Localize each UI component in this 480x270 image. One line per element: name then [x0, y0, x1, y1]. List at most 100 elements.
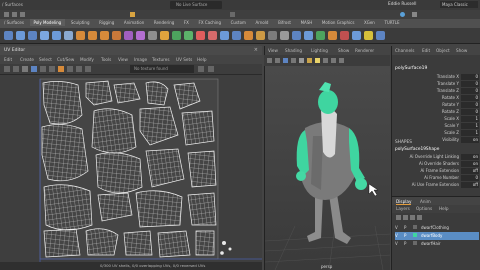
poly-disc-icon[interactable]	[76, 31, 85, 40]
poly-cone-icon[interactable]	[40, 31, 49, 40]
save-scene-icon[interactable]	[20, 12, 25, 17]
layer-row[interactable]: V P dwarfHair	[395, 240, 479, 248]
viewport-menu-view[interactable]: View	[268, 48, 278, 53]
viewport-menu-lighting[interactable]: Lighting	[311, 48, 328, 53]
attr-value[interactable]: 0	[461, 74, 479, 80]
uv-shell[interactable]	[145, 81, 169, 106]
quad-draw-icon[interactable]	[352, 31, 361, 40]
layer-playback-toggle[interactable]: P	[404, 241, 406, 246]
uv-shell[interactable]	[42, 81, 83, 125]
attr-translate-y[interactable]: Translate Y0	[392, 81, 480, 88]
shelf-tab-rigging[interactable]: Rigging	[95, 19, 118, 26]
attr-scale-x[interactable]: Scale X1	[392, 116, 480, 123]
layer-name[interactable]: dwarfClothing	[421, 225, 449, 230]
poly-sphere-icon[interactable]	[4, 31, 13, 40]
attr-ai-frame-number[interactable]: Ai Frame Number 0	[392, 175, 480, 182]
shelf-tab-motion-graphics[interactable]: Motion Graphics	[318, 19, 359, 26]
shelf-tab-turtle[interactable]: TURTLE	[380, 19, 403, 26]
camera-icon[interactable]	[267, 58, 272, 63]
live-surface-field[interactable]: No Live Surface	[170, 1, 222, 9]
append-polygon-icon[interactable]	[220, 31, 229, 40]
new-layer-icon[interactable]	[410, 215, 415, 220]
uv-menu-uv-sets[interactable]: UV Sets	[176, 57, 192, 62]
new-layer-selected-icon[interactable]	[417, 215, 422, 220]
uv-menu-create[interactable]: Create	[20, 57, 34, 62]
shelf-tab-poly-modeling[interactable]: Poly Modeling	[29, 19, 66, 26]
attr-translate-z[interactable]: Translate Z0	[392, 88, 480, 95]
isolate-icon[interactable]	[339, 58, 344, 63]
attr-rotate-y[interactable]: Rotate Y0	[392, 102, 480, 109]
gamma-icon[interactable]	[85, 66, 91, 72]
magnet-icon[interactable]	[130, 12, 135, 17]
uv-menu-edit[interactable]: Edit	[4, 57, 12, 62]
uv-shell[interactable]	[41, 124, 89, 182]
wireframe-shading-icon[interactable]	[291, 58, 296, 63]
sculpt-icon[interactable]	[376, 31, 385, 40]
collapse-icon[interactable]	[280, 31, 289, 40]
bridge-icon[interactable]	[184, 31, 193, 40]
pixel-snap-icon[interactable]	[49, 66, 55, 72]
uv-menu-cut-sew[interactable]: Cut/Sew	[57, 57, 74, 62]
layer-row[interactable]: V P dwarfBody	[395, 232, 479, 240]
shelf-tab-arnold[interactable]: Arnold	[252, 19, 273, 26]
attr-value[interactable]: 0	[461, 81, 479, 87]
separate-icon[interactable]	[112, 31, 121, 40]
object-name[interactable]: polySurface19	[395, 66, 427, 71]
workspace-select[interactable]: Maya Classic	[440, 1, 478, 8]
attr-value[interactable]: 0	[461, 175, 479, 181]
attr-scale-z[interactable]: Scale Z1	[392, 130, 480, 137]
shelf-tab-fx-caching[interactable]: FX Caching	[195, 19, 225, 26]
uv-borders-icon[interactable]	[67, 66, 73, 72]
layer-visibility-toggle[interactable]: V	[395, 241, 398, 246]
layer-row[interactable]: V P dwarfClothing	[395, 224, 479, 232]
multi-cut-icon[interactable]	[232, 31, 241, 40]
poly-cylinder-icon[interactable]	[28, 31, 37, 40]
smooth-shading-icon[interactable]	[299, 58, 304, 63]
layer-color-swatch[interactable]	[413, 225, 417, 229]
layer-visibility-toggle[interactable]: V	[395, 233, 398, 238]
distortion-icon[interactable]	[58, 66, 64, 72]
booleans-icon[interactable]	[136, 31, 145, 40]
uv-shell[interactable]	[135, 190, 183, 228]
options-menu[interactable]: Options	[416, 206, 432, 211]
show-menu[interactable]: Show	[456, 48, 467, 53]
uv-shell[interactable]	[220, 251, 224, 255]
uv-shell[interactable]	[123, 230, 153, 256]
shelf-tab-surfaces[interactable]: / Surfaces	[0, 19, 28, 26]
dim-image-icon[interactable]	[208, 66, 214, 72]
uv-shell[interactable]	[187, 192, 217, 226]
planar-map-icon[interactable]	[292, 31, 301, 40]
attr-value[interactable]: off	[461, 168, 479, 174]
poly-cube-icon[interactable]	[16, 31, 25, 40]
combine-icon[interactable]	[100, 31, 109, 40]
uv-shell[interactable]	[187, 150, 217, 188]
uv-shell[interactable]	[43, 228, 81, 258]
layer-visibility-toggle[interactable]: V	[395, 225, 398, 230]
uv-canvas[interactable]	[0, 75, 262, 262]
isolate-select-icon[interactable]	[4, 66, 10, 72]
attr-value[interactable]: 0	[461, 95, 479, 101]
super-shape-icon[interactable]	[88, 31, 97, 40]
uv-menu-textures[interactable]: Textures	[152, 57, 170, 62]
shelf-tab-animation[interactable]: Animation	[120, 19, 148, 26]
insert-edge-loop-icon[interactable]	[244, 31, 253, 40]
new-scene-icon[interactable]	[4, 12, 9, 17]
uv-shell[interactable]	[157, 230, 191, 258]
conform-icon[interactable]	[328, 31, 337, 40]
help-menu[interactable]: Help	[439, 206, 449, 211]
uv-shell[interactable]	[228, 247, 232, 251]
retopo-icon[interactable]	[364, 31, 373, 40]
attr-scale-y[interactable]: Scale Y1	[392, 123, 480, 130]
attr-translate-x[interactable]: Translate X0	[392, 74, 480, 81]
attr-value[interactable]: 1	[461, 116, 479, 122]
grid-toggle-icon[interactable]	[283, 58, 288, 63]
uv-menu-tools[interactable]: Tools	[101, 57, 111, 62]
layer-color-swatch[interactable]	[413, 233, 417, 237]
auto-map-icon[interactable]	[304, 31, 313, 40]
uv-menu-help[interactable]: Help	[197, 57, 207, 62]
move-layer-down-icon[interactable]	[403, 215, 408, 220]
menu-item-surfaces[interactable]: / Surfaces	[2, 2, 28, 8]
attr-ai-override-light-linking[interactable]: Ai Override Light Linking on	[392, 154, 480, 161]
uv-shell[interactable]	[91, 108, 137, 154]
attr-ai-override-shaders[interactable]: Ai Override Shaders on	[392, 161, 480, 168]
